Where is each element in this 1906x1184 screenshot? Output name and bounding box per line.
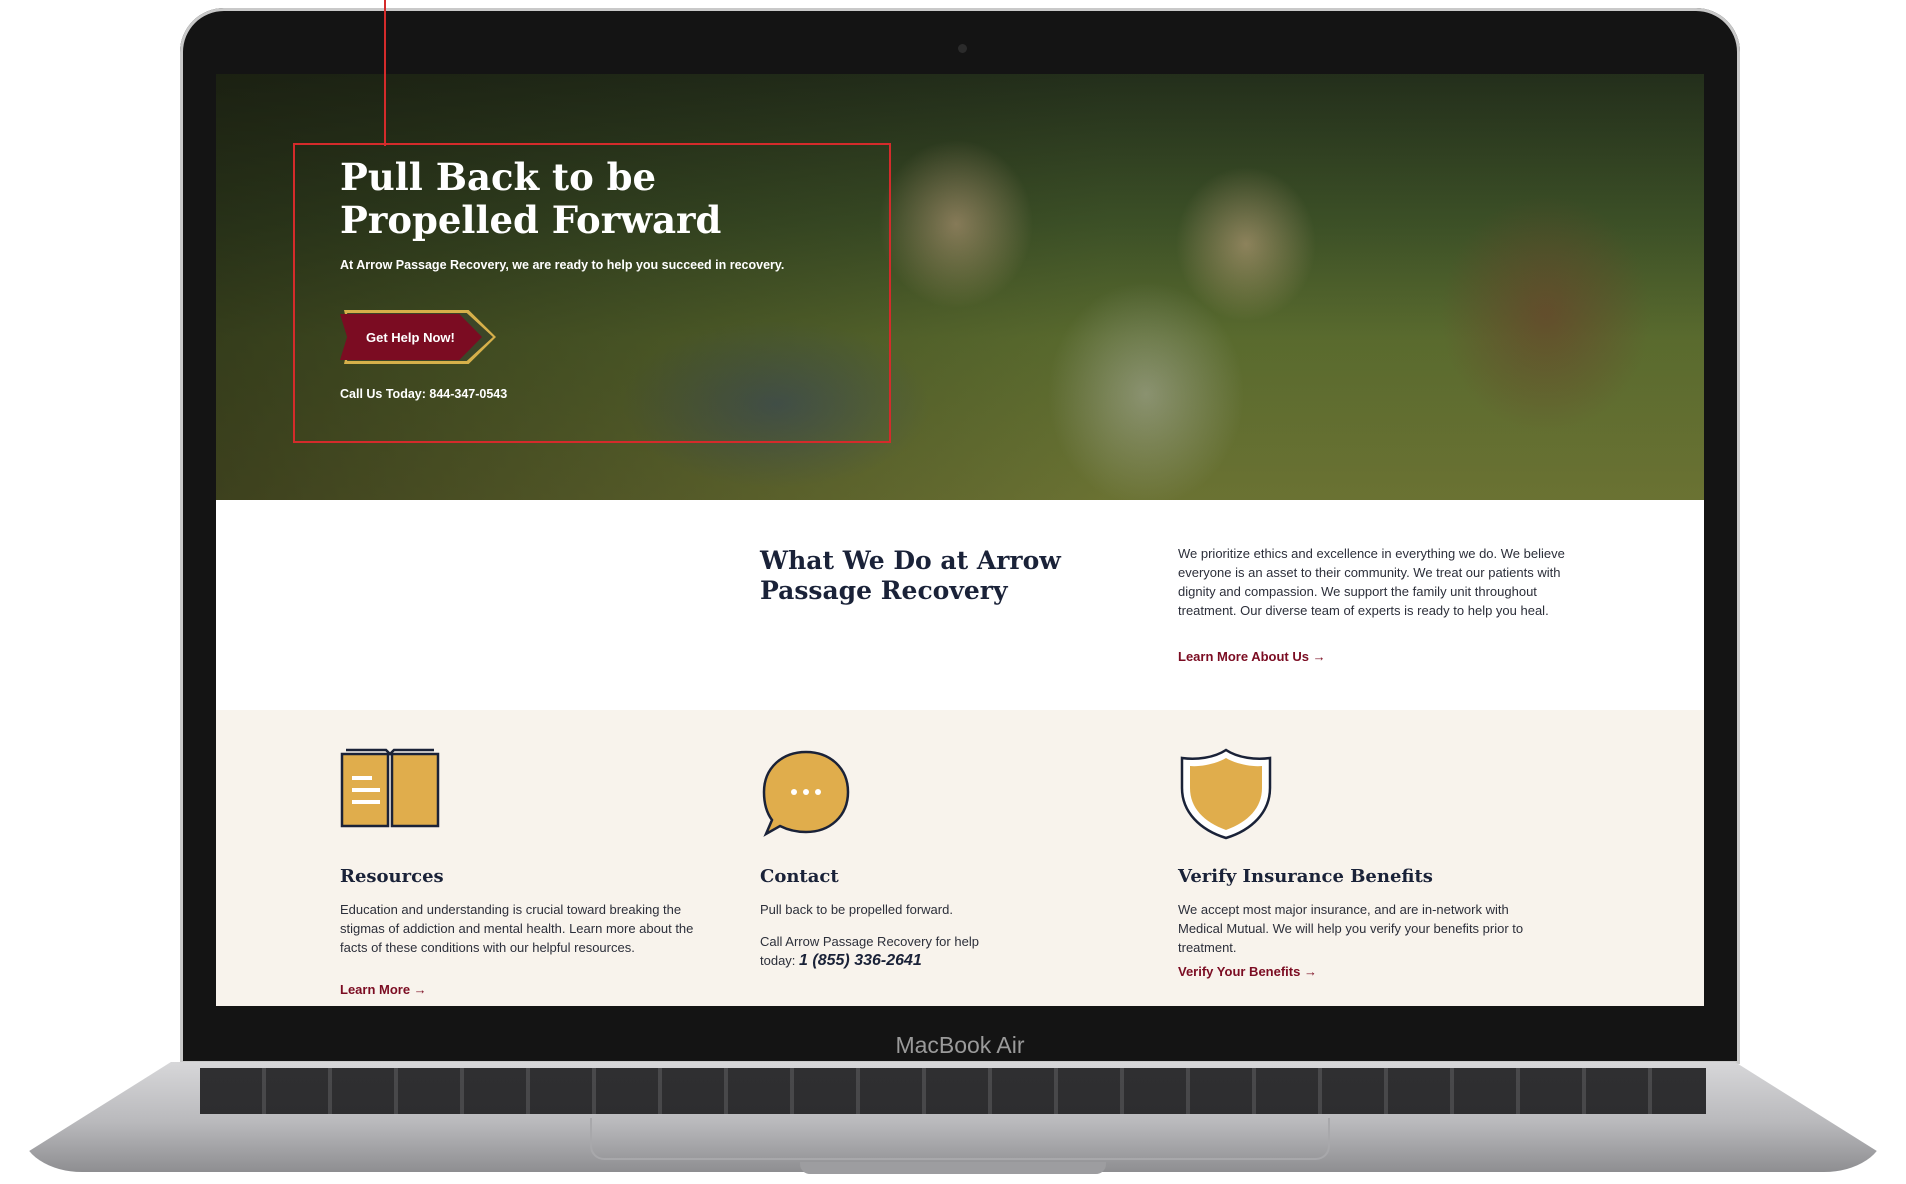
camera-icon: [958, 44, 967, 53]
chat-bubble-icon: [762, 750, 850, 837]
device-label: MacBook Air: [895, 1032, 1025, 1058]
keyboard: [200, 1068, 1706, 1114]
verify-your-benefits-link[interactable]: Verify Your Benefits →: [1178, 964, 1317, 979]
feature-title: Verify Insurance Benefits: [1178, 866, 1433, 887]
feature-insurance: Verify Insurance Benefits We accept most…: [1178, 710, 1548, 1006]
feature-contact: Contact Pull back to be propelled forwar…: [760, 710, 1130, 1006]
annotation-line: [384, 0, 386, 146]
about-section: What We Do at Arrow Passage Recovery We …: [216, 500, 1704, 710]
trackpad: [590, 1118, 1330, 1160]
book-icon: [340, 748, 440, 828]
shield-icon: [1180, 748, 1272, 840]
about-title: What We Do at Arrow Passage Recovery: [760, 546, 1061, 605]
contact-phone-link[interactable]: 1 (855) 336-2641: [799, 952, 922, 969]
features-section: Resources Education and understanding is…: [216, 710, 1704, 1006]
learn-more-about-us-link[interactable]: Learn More About Us →: [1178, 649, 1326, 664]
feature-text: Education and understanding is crucial t…: [340, 902, 694, 955]
laptop-hinge: [800, 1162, 1106, 1174]
learn-more-link[interactable]: Learn More →: [340, 982, 427, 997]
feature-contact-text: Call Arrow Passage Recovery for help tod…: [760, 932, 990, 970]
feature-title: Resources: [340, 866, 444, 887]
about-body: We prioritize ethics and excellence in e…: [1178, 546, 1565, 618]
feature-text: Pull back to be propelled forward.: [760, 902, 953, 917]
annotation-box: [293, 143, 891, 443]
feature-text: We accept most major insurance, and are …: [1178, 902, 1524, 955]
feature-resources: Resources Education and understanding is…: [340, 710, 710, 1006]
feature-title: Contact: [760, 866, 839, 887]
